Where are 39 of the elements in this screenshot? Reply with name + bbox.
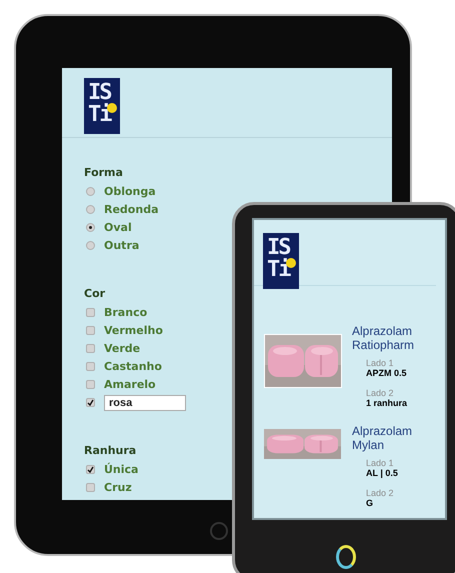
side-value: 1 ranhura <box>366 398 408 408</box>
checkbox[interactable] <box>86 344 95 353</box>
option-label: Oval <box>104 221 132 234</box>
side-value: G <box>366 498 374 508</box>
option-label: Amarelo <box>104 378 156 391</box>
group-title: Forma <box>84 166 123 179</box>
checkbox[interactable] <box>86 362 95 371</box>
side-label: Lado 2 <box>366 388 395 398</box>
radio-button[interactable] <box>86 205 95 214</box>
checkbox[interactable] <box>86 398 95 407</box>
group-title: Ranhura <box>84 444 136 457</box>
input-field[interactable]: rosa <box>104 394 186 410</box>
radio-button[interactable] <box>86 241 95 250</box>
option-label: Outra <box>104 239 140 252</box>
radio-button[interactable] <box>86 187 95 196</box>
option-label: Cruz <box>104 481 132 494</box>
option-label: Castanho <box>104 360 162 373</box>
side-label: Lado 2 <box>366 488 395 498</box>
checkbox[interactable] <box>86 308 95 317</box>
option-label: Verde <box>104 342 140 355</box>
checkbox[interactable] <box>86 326 95 335</box>
logo: IS Ti <box>263 233 299 289</box>
side-value: APZM 0.5 <box>366 368 408 378</box>
radio-button[interactable] <box>86 223 95 232</box>
option-label: Oblonga <box>104 185 156 198</box>
group-title: Cor <box>84 287 106 300</box>
checkbox[interactable] <box>86 465 95 474</box>
side-value: AL | 0.5 <box>366 468 399 478</box>
option-label: Branco <box>104 306 148 319</box>
checkbox[interactable] <box>86 483 95 492</box>
side-label: Lado 1 <box>366 358 395 368</box>
option-label: Vermelho <box>104 324 163 337</box>
option-label: Única <box>104 463 138 476</box>
drug-name[interactable]: Alprazolam Ratiopharm <box>352 324 422 352</box>
option-label: Redonda <box>104 203 158 216</box>
logo: IS Ti <box>84 78 120 134</box>
checkbox[interactable] <box>86 380 95 389</box>
side-label: Lado 1 <box>366 458 395 468</box>
drug-name[interactable]: Alprazolam Mylan <box>352 424 422 452</box>
